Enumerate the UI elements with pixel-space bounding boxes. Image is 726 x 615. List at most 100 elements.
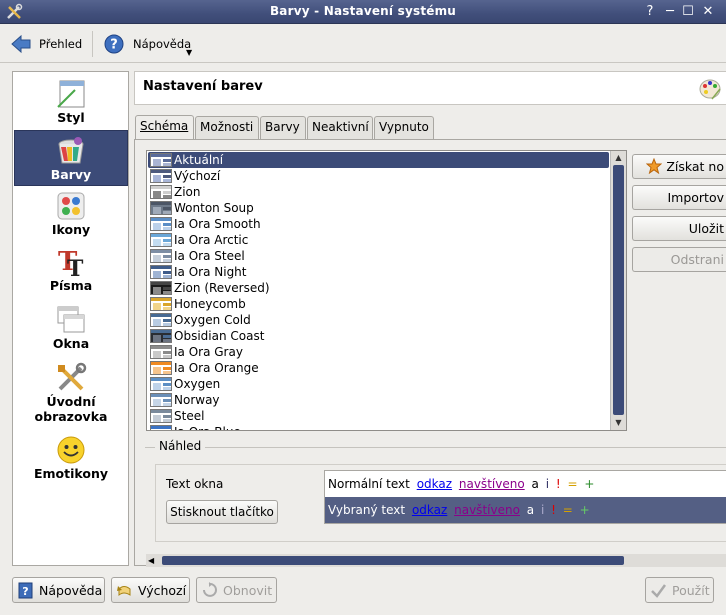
preview-visited-link[interactable]: navštíveno bbox=[459, 477, 525, 491]
preview-visited-link-selected[interactable]: navštíveno bbox=[454, 503, 520, 517]
remove-button[interactable]: Odstrani bbox=[632, 247, 726, 272]
sidebar-item-styl[interactable]: Styl bbox=[14, 78, 128, 130]
scheme-list-item[interactable]: Ia Ora Gray bbox=[148, 344, 609, 360]
preview-link[interactable]: odkaz bbox=[417, 477, 452, 491]
scheme-name: Zion bbox=[174, 185, 201, 199]
scheme-list-item[interactable]: Ia Ora Steel bbox=[148, 248, 609, 264]
sidebar-item-barvy[interactable]: Barvy bbox=[14, 130, 128, 186]
scheme-name: Zion (Reversed) bbox=[174, 281, 270, 295]
preview-sym-i-selected: i bbox=[540, 503, 545, 517]
scrollbar-thumb[interactable] bbox=[613, 165, 624, 415]
scheme-list-item[interactable]: Ia Ora Blue bbox=[148, 424, 609, 430]
get-new-label: Získat no bbox=[666, 159, 724, 174]
scheme-preview-icon bbox=[150, 329, 172, 343]
sidebar-item-emotikony[interactable]: Emotikony bbox=[14, 434, 128, 486]
minimize-button[interactable]: ─ bbox=[662, 4, 678, 20]
scroll-down-icon[interactable]: ▼ bbox=[611, 416, 626, 430]
scheme-list-item[interactable]: Steel bbox=[148, 408, 609, 424]
preview-sym-eq: = bbox=[567, 477, 578, 491]
defaults-button-label: Výchozí bbox=[138, 582, 187, 598]
scheme-list-item[interactable]: Výchozí bbox=[148, 168, 609, 184]
close-button[interactable]: ✕ bbox=[700, 4, 716, 20]
tab-schema[interactable]: Schéma bbox=[135, 115, 194, 140]
reset-button[interactable]: Obnovit bbox=[196, 577, 277, 603]
preview-sym-i: i bbox=[545, 477, 550, 491]
scheme-name: Oxygen Cold bbox=[174, 313, 251, 327]
sidebar-item-okna[interactable]: Okna bbox=[14, 304, 128, 356]
get-new-schemes-button[interactable]: Získat no bbox=[632, 154, 726, 179]
help-window-button[interactable]: ? bbox=[642, 4, 658, 20]
scheme-list-item[interactable]: Aktuální bbox=[148, 152, 609, 168]
scheme-preview-icon bbox=[150, 153, 172, 167]
preview-window-text: Text okna bbox=[166, 477, 224, 491]
svg-text:T: T bbox=[67, 256, 84, 278]
scheme-preview-icon bbox=[150, 281, 172, 295]
windows-icon bbox=[57, 306, 85, 333]
scheme-name: Ia Ora Orange bbox=[174, 361, 259, 375]
import-button[interactable]: Importov bbox=[632, 185, 726, 210]
tab-label: Možnosti bbox=[200, 120, 254, 134]
sidebar-item-pisma[interactable]: T T Písma bbox=[14, 246, 128, 298]
reset-icon bbox=[203, 581, 217, 597]
scheme-list-item[interactable]: Ia Ora Smooth bbox=[148, 216, 609, 232]
scheme-name: Ia Ora Night bbox=[174, 265, 247, 279]
horizontal-scrollbar[interactable]: ◀ bbox=[146, 554, 726, 567]
preview-sym-excl: ! bbox=[555, 477, 561, 491]
scheme-preview-icon bbox=[150, 345, 172, 359]
scheme-list-item[interactable]: Ia Ora Orange bbox=[148, 360, 609, 376]
scheme-list-item[interactable]: Ia Ora Night bbox=[148, 264, 609, 280]
scheme-list-item[interactable]: Obsidian Coast bbox=[148, 328, 609, 344]
overview-button[interactable]: Přehled bbox=[10, 31, 82, 57]
sidebar-item-label: Okna bbox=[52, 336, 90, 351]
scheme-list-item[interactable]: Norway bbox=[148, 392, 609, 408]
star-icon bbox=[645, 157, 663, 175]
help-book-icon: ? bbox=[18, 582, 33, 598]
scroll-up-icon[interactable]: ▲ bbox=[611, 151, 626, 165]
scheme-name: Aktuální bbox=[174, 153, 224, 167]
scheme-list[interactable]: Ia Ora BlueSteel Norway Oxygen Ia Ora Orang… bbox=[146, 150, 627, 431]
list-scrollbar[interactable]: ▲ ▼ bbox=[610, 151, 626, 430]
sidebar-item-label: Písma bbox=[49, 278, 93, 293]
page-header: Nastavení barev bbox=[134, 71, 726, 105]
sidebar-item-ikony[interactable]: Ikony bbox=[14, 190, 128, 242]
help-button[interactable]: ? Nápověda bbox=[12, 577, 105, 603]
save-button[interactable]: Uložit bbox=[632, 216, 726, 241]
tab-barvy[interactable]: Barvy bbox=[260, 116, 306, 139]
preview-sym-eq-selected: = bbox=[562, 503, 573, 517]
scheme-preview-icon bbox=[150, 249, 172, 263]
sidebar-item-label: Úvodní obrazovka bbox=[34, 394, 108, 424]
palette-icon bbox=[699, 79, 721, 100]
tab-vypnuto[interactable]: Vypnuto bbox=[374, 116, 434, 139]
remove-label: Odstrani bbox=[670, 252, 724, 267]
sidebar-item-label: Emotikony bbox=[33, 466, 109, 481]
apply-button[interactable]: Použít bbox=[645, 577, 714, 603]
scheme-list-item[interactable]: Wonton Soup bbox=[148, 200, 609, 216]
hscroll-thumb[interactable] bbox=[162, 556, 624, 565]
scheme-preview-icon bbox=[150, 313, 172, 327]
preview-link-selected[interactable]: odkaz bbox=[412, 503, 447, 517]
preview-sym-plus-selected: + bbox=[579, 503, 590, 517]
preview-push-button[interactable]: Stisknout tlačítko bbox=[166, 500, 278, 524]
category-sidebar: Styl Barvy Ikony T T Písma Okna Úvodní o… bbox=[12, 71, 129, 566]
tab-neaktivni[interactable]: Neaktivní bbox=[307, 116, 373, 139]
scheme-list-item[interactable]: Oxygen bbox=[148, 376, 609, 392]
scroll-left-icon[interactable]: ◀ bbox=[148, 554, 154, 567]
fonts-icon: T T bbox=[58, 247, 84, 278]
toolbar-help-button[interactable]: ? Nápověda ▼ bbox=[104, 31, 193, 57]
scheme-name: Výchozí bbox=[174, 169, 221, 183]
undo-icon bbox=[117, 585, 131, 596]
tab-moznosti[interactable]: Možnosti bbox=[195, 116, 259, 139]
preview-sym-excl-selected: ! bbox=[551, 503, 556, 517]
scheme-list-item[interactable]: Zion bbox=[148, 184, 609, 200]
sidebar-item-uvodni-obrazovka[interactable]: Úvodní obrazovka bbox=[14, 362, 128, 432]
scheme-list-item[interactable]: Ia Ora Arctic bbox=[148, 232, 609, 248]
maximize-button[interactable]: ☐ bbox=[680, 4, 696, 20]
scheme-preview-icon bbox=[150, 425, 172, 430]
scheme-list-item[interactable]: Zion (Reversed) bbox=[148, 280, 609, 296]
scheme-name: Steel bbox=[174, 409, 205, 423]
defaults-button[interactable]: Výchozí bbox=[111, 577, 190, 603]
dropdown-arrow-icon: ▼ bbox=[186, 48, 193, 57]
title-bar: Barvy - Nastavení systému ? ─ ☐ ✕ bbox=[0, 0, 726, 24]
scheme-list-item[interactable]: Oxygen Cold bbox=[148, 312, 609, 328]
scheme-list-item[interactable]: Honeycomb bbox=[148, 296, 609, 312]
